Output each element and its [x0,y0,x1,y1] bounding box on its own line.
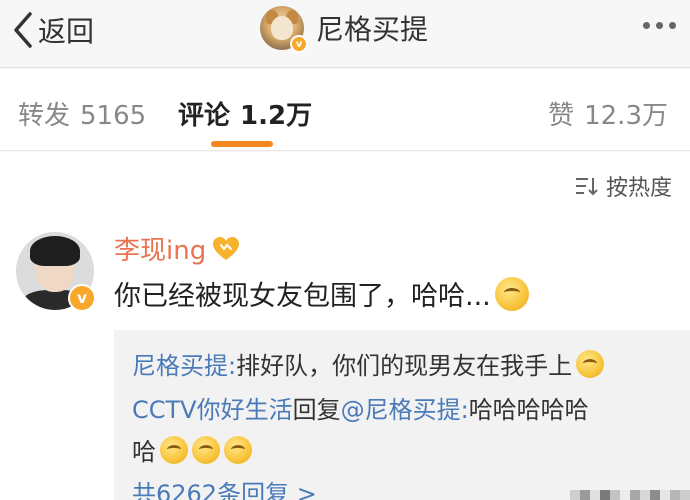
tab-comment[interactable]: 评论 1.2万 [178,95,312,132]
verified-badge-icon: v [68,284,96,312]
reply-author-link[interactable]: 尼格买提: [132,346,236,381]
reply-text: 哈 [132,438,156,466]
back-button[interactable]: 返回 [10,10,94,50]
laughing-emoji-icon [192,435,220,464]
tab-bar: 转发 5165 评论 1.2万 赞 12.3万 [0,69,690,151]
mention-link[interactable]: @尼格买提: [341,390,469,425]
laughing-emoji-icon [224,435,252,464]
commenter-username: 李现ing [114,236,207,266]
tab-forward[interactable]: 转发 5165 [18,95,146,132]
laughing-emoji-icon [160,435,188,464]
tab-like-label: 赞 [548,101,575,131]
sort-by-hot-button[interactable]: 按热度 [574,170,672,202]
avatar-hair [30,236,80,266]
avatar[interactable]: v [260,6,308,53]
reply-text: 排好队，你们的现男友在我手上 [236,352,573,380]
reply-item: 尼格买提: 排好队，你们的现男友在我手上 [132,346,605,381]
dot-icon [656,22,663,29]
reply-text: 回复 [292,396,341,424]
dot-icon [643,22,650,29]
comments-panel: 按热度 v 李现ing 你已经被现女友包围了，哈哈... 尼格买提: 排好队，你… [0,152,690,500]
reply-item: CCTV你好生活 回复 @尼格买提: 哈哈哈哈哈 [132,390,589,425]
verified-badge-icon: v [290,35,308,53]
avatar-face [271,16,293,40]
reply-text: 哈哈哈哈哈 [468,396,589,424]
tab-comment-count: 1.2万 [240,101,313,131]
laughing-emoji-icon [494,276,529,311]
sort-icon [575,178,598,196]
member-badge-icon [213,236,240,260]
back-label: 返回 [38,15,95,48]
sort-label: 按热度 [605,176,672,201]
comment-text: 你已经被现女友包围了，哈哈... [114,274,529,313]
profile-header[interactable]: v 尼格买提 [260,6,429,53]
dot-icon [669,22,676,29]
top-navigation-bar: 返回 v 尼格买提 [0,0,690,68]
active-tab-indicator [211,141,273,147]
more-options-button[interactable] [643,22,676,29]
commenter-avatar[interactable]: v [16,232,96,312]
reply-author-link[interactable]: CCTV你好生活 [132,390,293,425]
commenter-name-link[interactable]: 李现ing [114,230,240,267]
reply-item-continued: 哈 [132,432,252,467]
reply-preview-box[interactable]: 尼格买提: 排好队，你们的现男友在我手上 CCTV你好生活 回复 @尼格买提: … [114,330,690,500]
grinning-emoji-icon [576,349,605,378]
watermark-mosaic [570,490,690,500]
tab-like[interactable]: 赞 12.3万 [548,95,668,132]
tab-forward-count: 5165 [80,101,147,131]
tab-forward-label: 转发 [18,101,71,131]
view-all-replies-link[interactable]: 共6262条回复 > [132,474,317,500]
page-title: 尼格买提 [316,13,429,46]
chevron-left-icon [14,12,32,48]
tab-comment-label: 评论 [178,101,231,131]
comment-body: 你已经被现女友包围了，哈哈... [114,281,491,312]
tab-like-count: 12.3万 [584,101,668,131]
